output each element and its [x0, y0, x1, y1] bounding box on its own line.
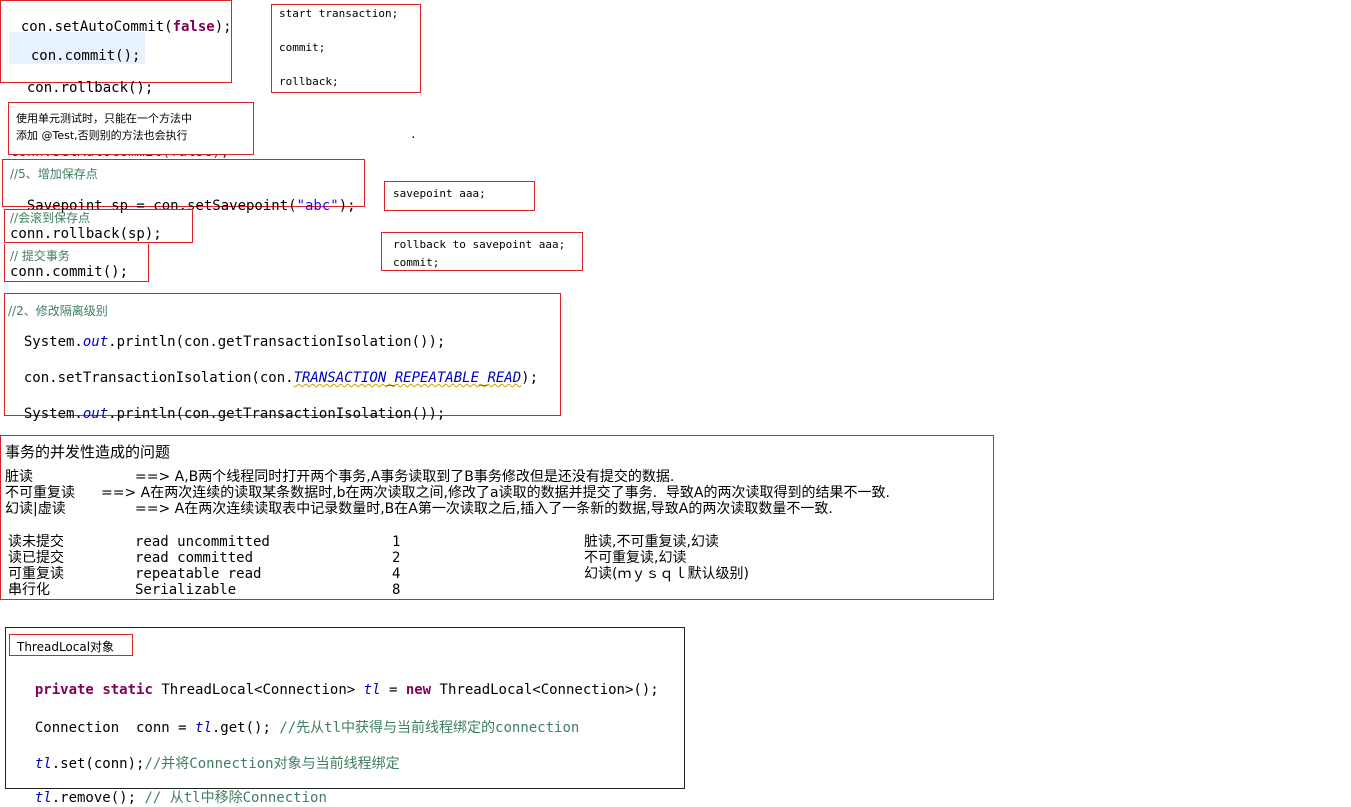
- level-cn: 串行化: [8, 582, 50, 598]
- rollback-line: con.rollback();: [26, 80, 154, 96]
- repeatable-read-constant: TRANSACTION_REPEATABLE_READ: [293, 370, 522, 386]
- junit-note-line1: 使用单元测试时，只能在一个方法中: [16, 112, 192, 125]
- level-num: 4: [392, 566, 401, 582]
- commit-text: commit;: [279, 41, 326, 54]
- level-num: 1: [392, 534, 401, 550]
- savepoint-name-string: "abc": [296, 198, 339, 214]
- level-num: 8: [392, 582, 401, 598]
- stray-dot: .: [410, 128, 417, 141]
- false-keyword: false: [172, 19, 215, 35]
- problem-name-dirty: 脏读: [5, 469, 33, 485]
- concurrency-title: 事务的并发性造成的问题: [5, 443, 171, 461]
- commit-transaction-comment: // 提交事务: [10, 249, 70, 263]
- level-cn: 可重复读: [8, 566, 64, 582]
- level-issues: 脏读,不可重复读,幻读: [584, 534, 719, 550]
- savepoint-sql-text: savepoint aaa;: [393, 187, 486, 200]
- rollback-sql-line1: rollback to savepoint aaa;: [393, 238, 566, 251]
- isolation-print-line-1: System.out.println(con.getTransactionIso…: [23, 334, 446, 350]
- junit-note-line2: 添加 @Test,否则别的方法也会执行: [16, 129, 188, 142]
- level-en: Serializable: [135, 582, 237, 598]
- rollback-sql-line2: commit;: [393, 256, 440, 269]
- problem-desc-dirty: ==> A,B两个线程同时打开两个事务,A事务读取到了B事务修改但是还没有提交的…: [135, 469, 675, 485]
- isolation-print-line-2: System.out.println(con.getTransactionIso…: [23, 406, 446, 422]
- commit-transaction-code: conn.commit();: [10, 264, 129, 280]
- threadlocal-get-comment: //先从tl中获得与当前线程绑定的connection: [279, 720, 580, 736]
- threadlocal-set-comment: //并将Connection对象与当前线程绑定: [144, 756, 400, 772]
- threadlocal-remove-comment: // 从tl中移除Connection: [144, 790, 327, 806]
- isolation-comment: //2、修改隔离级别: [8, 304, 108, 318]
- threadlocal-get-line: Connection conn = tl.get(); //先从tl中获得与当前…: [34, 720, 580, 736]
- level-issues: 幻读(ｍｙｓｑｌ默认级别): [584, 566, 749, 582]
- level-en: repeatable read: [135, 566, 262, 582]
- level-cn: 读未提交: [8, 534, 64, 550]
- problem-desc-nonrepeatable: ==> A在两次连续的读取某条数据时,b在两次读取之间,修改了a读取的数据并提交…: [101, 485, 890, 501]
- level-issues: 不可重复读,幻读: [584, 550, 687, 566]
- rollback-text: rollback;: [279, 75, 339, 88]
- level-en: read committed: [135, 550, 254, 566]
- rollback-savepoint-comment: //会滚到保存点: [10, 211, 91, 225]
- level-en: read uncommitted: [135, 534, 270, 550]
- level-num: 2: [392, 550, 401, 566]
- rollback-savepoint-code: conn.rollback(sp);: [10, 226, 162, 242]
- set-autocommit-line: con.setAutoCommit(false);: [20, 19, 232, 35]
- set-isolation-line: con.setTransactionIsolation(con.TRANSACT…: [23, 370, 539, 386]
- threadlocal-title: ThreadLocal对象: [17, 640, 115, 654]
- commit-line: con.commit();: [9, 32, 146, 64]
- threadlocal-declaration: private static ThreadLocal<Connection> t…: [34, 682, 659, 698]
- threadlocal-set-line: tl.set(conn);//并将Connection对象与当前线程绑定: [34, 756, 400, 772]
- problem-name-phantom: 幻读|虚读: [5, 501, 66, 517]
- problem-desc-phantom: ==> A在两次连续读取表中记录数量时,B在A第一次读取之后,插入了一条新的数据…: [135, 501, 833, 517]
- level-cn: 读已提交: [8, 550, 64, 566]
- start-transaction-text: start transaction;: [279, 7, 399, 20]
- threadlocal-remove-line: tl.remove(); // 从tl中移除Connection: [34, 790, 327, 806]
- problem-name-nonrepeatable: 不可重复读: [5, 485, 75, 501]
- savepoint-comment: //5、增加保存点: [10, 167, 98, 181]
